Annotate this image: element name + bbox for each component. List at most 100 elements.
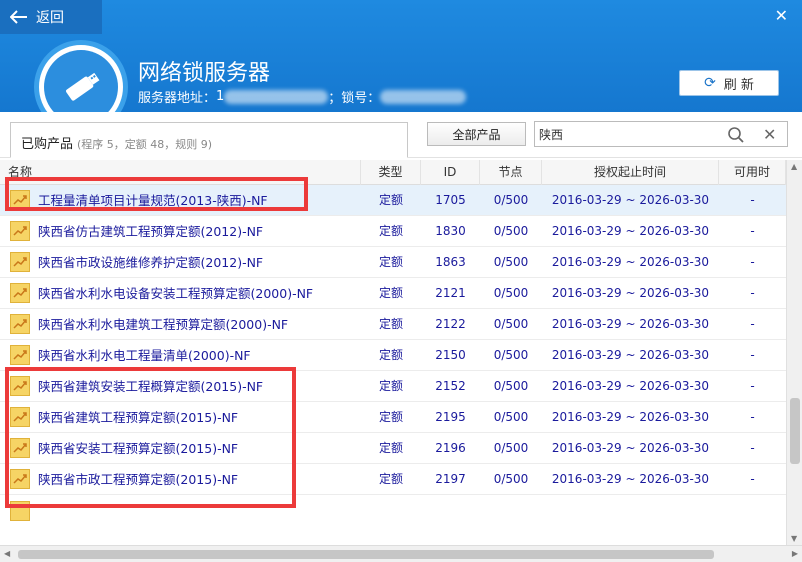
product-trend-icon xyxy=(10,190,30,210)
product-available: - xyxy=(750,285,755,300)
product-trend-icon xyxy=(10,252,30,272)
product-trend-icon xyxy=(10,438,30,458)
product-auth-period: 2016-03-29 ~ 2026-03-30 xyxy=(551,471,710,486)
tab-summary: (程序 5，定额 48，规则 9) xyxy=(77,138,213,151)
table-row[interactable]: 陕西省水利水电工程量清单(2000)-NF 定额 2150 0/500 2016… xyxy=(0,340,786,371)
column-header-node[interactable]: 节点 xyxy=(480,160,542,185)
table-row[interactable]: 陕西省市政工程预算定额(2015)-NF 定额 2197 0/500 2016-… xyxy=(0,464,786,495)
product-name: 陕西省安装工程预算定额(2015)-NF xyxy=(38,440,239,456)
product-name: 陕西省市政设施维修养护定额(2012)-NF xyxy=(38,254,264,270)
app-header: 返回 ✕ 网络锁服务器 服务器地址： 1 ；锁号： ⟳ 刷 新 xyxy=(0,0,802,134)
app-title: 网络锁服务器 xyxy=(138,61,271,86)
tab-label: 已购产品 xyxy=(21,137,74,152)
product-auth-period: 2016-03-29 ~ 2026-03-30 xyxy=(551,409,710,424)
tab-purchased-products[interactable]: 已购产品 (程序 5，定额 48，规则 9) xyxy=(10,122,408,158)
lock-number-redacted xyxy=(380,89,467,104)
search-input[interactable] xyxy=(535,122,715,146)
product-auth-period: 2016-03-29 ~ 2026-03-30 xyxy=(551,316,710,331)
table-row[interactable]: 陕西省水利水电设备安装工程预算定额(2000)-NF 定额 2121 0/500… xyxy=(0,278,786,309)
product-available: - xyxy=(750,347,755,362)
product-nodes: 0/500 xyxy=(493,316,529,331)
product-id: 1863 xyxy=(435,254,466,269)
product-auth-period: 2016-03-29 ~ 2026-03-30 xyxy=(551,378,710,393)
table-row[interactable]: 陕西省仿古建筑工程预算定额(2012)-NF 定额 1830 0/500 201… xyxy=(0,216,786,247)
product-nodes: 0/500 xyxy=(493,285,529,300)
product-auth-period: 2016-03-29 ~ 2026-03-30 xyxy=(551,192,710,207)
product-type: 定额 xyxy=(378,316,403,331)
product-name: 陕西省水利水电工程量清单(2000)-NF xyxy=(38,347,251,363)
all-products-button[interactable]: 全部产品 xyxy=(427,122,526,146)
product-type: 定额 xyxy=(378,254,403,269)
back-label: 返回 xyxy=(36,10,64,26)
table-body: 工程量清单项目计量规范(2013-陕西)-NF 定额 1705 0/500 20… xyxy=(0,185,786,495)
product-type: 定额 xyxy=(378,440,403,455)
product-nodes: 0/500 xyxy=(493,378,529,393)
scroll-right-icon[interactable]: ▶ xyxy=(792,549,798,558)
product-available: - xyxy=(750,192,755,207)
product-name: 陕西省建筑工程预算定额(2015)-NF xyxy=(38,409,239,425)
product-trend-icon xyxy=(10,469,30,489)
product-nodes: 0/500 xyxy=(493,347,529,362)
search-box: ✕ xyxy=(534,121,788,147)
product-id: 2122 xyxy=(435,316,466,331)
product-name-cell: 陕西省建筑安装工程概算定额(2015)-NF xyxy=(0,371,361,402)
product-name-cell: 陕西省市政设施维修养护定额(2012)-NF xyxy=(0,247,361,278)
table-row[interactable]: 陕西省水利水电建筑工程预算定额(2000)-NF 定额 2122 0/500 2… xyxy=(0,309,786,340)
table-row[interactable]: 陕西省建筑安装工程概算定额(2015)-NF 定额 2152 0/500 201… xyxy=(0,371,786,402)
usb-drive-icon xyxy=(66,72,100,101)
horizontal-scroll-thumb[interactable] xyxy=(18,550,714,559)
product-name-cell: 陕西省市政工程预算定额(2015)-NF xyxy=(0,464,361,495)
product-trend-icon xyxy=(10,376,30,396)
column-header-available[interactable]: 可用时 xyxy=(719,160,786,185)
refresh-icon: ⟳ xyxy=(704,75,716,91)
table-row[interactable]: 工程量清单项目计量规范(2013-陕西)-NF 定额 1705 0/500 20… xyxy=(0,185,786,216)
table-row[interactable]: 陕西省市政设施维修养护定额(2012)-NF 定额 1863 0/500 201… xyxy=(0,247,786,278)
product-name: 陕西省建筑安装工程概算定额(2015)-NF xyxy=(38,378,264,394)
product-type: 定额 xyxy=(378,347,403,362)
product-type: 定额 xyxy=(378,192,403,207)
server-info: 服务器地址： 1 ；锁号： xyxy=(138,87,467,106)
product-id: 2197 xyxy=(435,471,466,486)
arrow-left-icon xyxy=(10,10,27,24)
server-address-label: 服务器地址： xyxy=(138,91,217,106)
product-available: - xyxy=(750,316,755,331)
column-header-type[interactable]: 类型 xyxy=(361,160,421,185)
product-id: 2196 xyxy=(435,440,466,455)
product-available: - xyxy=(750,471,755,486)
window-close-icon[interactable]: ✕ xyxy=(775,6,788,25)
product-nodes: 0/500 xyxy=(493,192,529,207)
table-row[interactable]: 陕西省建筑工程预算定额(2015)-NF 定额 2195 0/500 2016-… xyxy=(0,402,786,433)
back-button[interactable]: 返回 xyxy=(0,0,102,34)
product-nodes: 0/500 xyxy=(493,440,529,455)
horizontal-scrollbar[interactable]: ◀ ▶ xyxy=(0,545,802,562)
search-icon[interactable] xyxy=(727,126,745,144)
product-name: 陕西省水利水电设备安装工程预算定额(2000)-NF xyxy=(38,285,314,301)
product-available: - xyxy=(750,378,755,393)
refresh-button[interactable]: ⟳ 刷 新 xyxy=(679,70,779,96)
product-icon xyxy=(10,500,30,521)
product-trend-icon xyxy=(10,314,30,334)
vertical-scrollbar[interactable]: ▲ ▼ xyxy=(786,160,802,545)
product-available: - xyxy=(750,254,755,269)
refresh-label: 刷 新 xyxy=(723,77,754,93)
product-trend-icon xyxy=(10,345,30,365)
column-header-id[interactable]: ID xyxy=(421,160,480,185)
vertical-scroll-thumb[interactable] xyxy=(790,398,800,464)
column-header-name[interactable]: 名称 xyxy=(0,160,361,185)
product-name-cell: 陕西省安装工程预算定额(2015)-NF xyxy=(0,433,361,464)
product-name: 陕西省水利水电建筑工程预算定额(2000)-NF xyxy=(38,316,289,332)
server-address-redacted xyxy=(224,89,329,104)
product-id: 2150 xyxy=(435,347,466,362)
table-row[interactable]: 陕西省安装工程预算定额(2015)-NF 定额 2196 0/500 2016-… xyxy=(0,433,786,464)
scroll-down-icon[interactable]: ▼ xyxy=(791,534,797,543)
scroll-up-icon[interactable]: ▲ xyxy=(791,162,797,171)
clear-icon[interactable]: ✕ xyxy=(763,125,776,144)
scroll-left-icon[interactable]: ◀ xyxy=(4,549,10,558)
product-id: 1830 xyxy=(435,223,466,238)
product-name: 陕西省仿古建筑工程预算定额(2012)-NF xyxy=(38,223,264,239)
table-row-empty xyxy=(0,495,786,526)
column-header-period[interactable]: 授权起止时间 xyxy=(542,160,719,185)
product-auth-period: 2016-03-29 ~ 2026-03-30 xyxy=(551,285,710,300)
product-nodes: 0/500 xyxy=(493,471,529,486)
product-auth-period: 2016-03-29 ~ 2026-03-30 xyxy=(551,440,710,455)
